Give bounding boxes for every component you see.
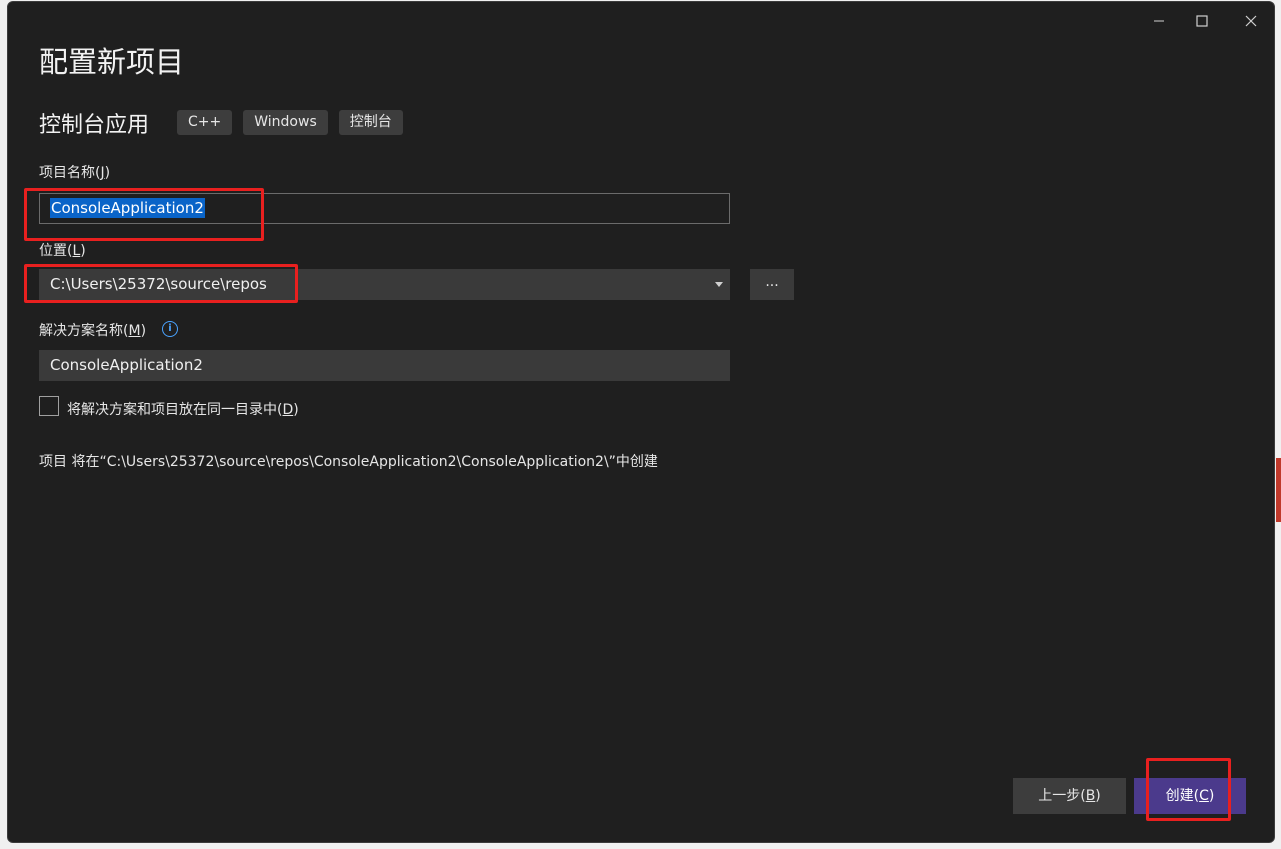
create-button[interactable]: 创建(C): [1134, 778, 1246, 814]
tag-project-type: 控制台: [338, 110, 403, 135]
location-label-text: 位置: [39, 243, 67, 259]
solution-name-input[interactable]: ConsoleApplication2: [39, 350, 730, 381]
project-name-value: ConsoleApplication2: [50, 198, 205, 218]
project-name-input[interactable]: ConsoleApplication2: [39, 193, 730, 224]
location-value: C:\Users\25372\source\repos: [50, 275, 267, 293]
back-button-accel: B: [1085, 788, 1096, 804]
same-directory-label[interactable]: 将解决方案和项目放在同一目录中(D): [67, 399, 299, 419]
page-title: 配置新项目: [39, 45, 185, 79]
create-button-accel: C: [1199, 788, 1209, 804]
maximize-button[interactable]: [1180, 10, 1224, 32]
template-name: 控制台应用: [39, 113, 150, 138]
solution-name-label: 解决方案名称(M): [39, 323, 147, 339]
same-directory-label-text: 将解决方案和项目放在同一目录中: [67, 402, 277, 418]
dialog-window: 配置新项目 控制台应用 C++ Windows 控制台 项目名称(J) Cons…: [7, 1, 1275, 843]
minimize-icon: [1154, 20, 1164, 22]
solution-name-label-text: 解决方案名称: [39, 323, 123, 339]
location-label: 位置(L): [39, 243, 86, 259]
same-directory-accel: D: [282, 402, 294, 418]
browse-button[interactable]: ...: [750, 269, 794, 300]
template-tags: C++ Windows 控制台: [177, 110, 403, 135]
project-name-accel: J: [100, 165, 105, 181]
same-directory-checkbox[interactable]: [39, 396, 59, 416]
project-name-label: 项目名称(J): [39, 165, 111, 181]
background-window-edge: [1276, 458, 1281, 522]
back-button-label: 上一步: [1038, 788, 1081, 804]
close-button[interactable]: [1229, 10, 1273, 32]
solution-name-accel: M: [128, 323, 141, 339]
info-icon[interactable]: i: [162, 321, 178, 337]
tag-language: C++: [177, 110, 233, 135]
chevron-down-icon[interactable]: [715, 282, 723, 287]
solution-name-value: ConsoleApplication2: [50, 356, 203, 374]
location-combobox[interactable]: C:\Users\25372\source\repos: [39, 269, 730, 300]
tag-platform: Windows: [243, 110, 328, 135]
back-button[interactable]: 上一步(B): [1013, 778, 1126, 814]
project-name-label-text: 项目名称: [39, 165, 95, 181]
project-path-note: 项目 将在“C:\Users\25372\source\repos\Consol…: [39, 454, 658, 470]
create-button-label: 创建: [1165, 788, 1194, 804]
location-accel: L: [72, 243, 81, 259]
maximize-icon: [1196, 15, 1208, 27]
close-icon: [1245, 15, 1257, 27]
minimize-button[interactable]: [1137, 10, 1181, 32]
